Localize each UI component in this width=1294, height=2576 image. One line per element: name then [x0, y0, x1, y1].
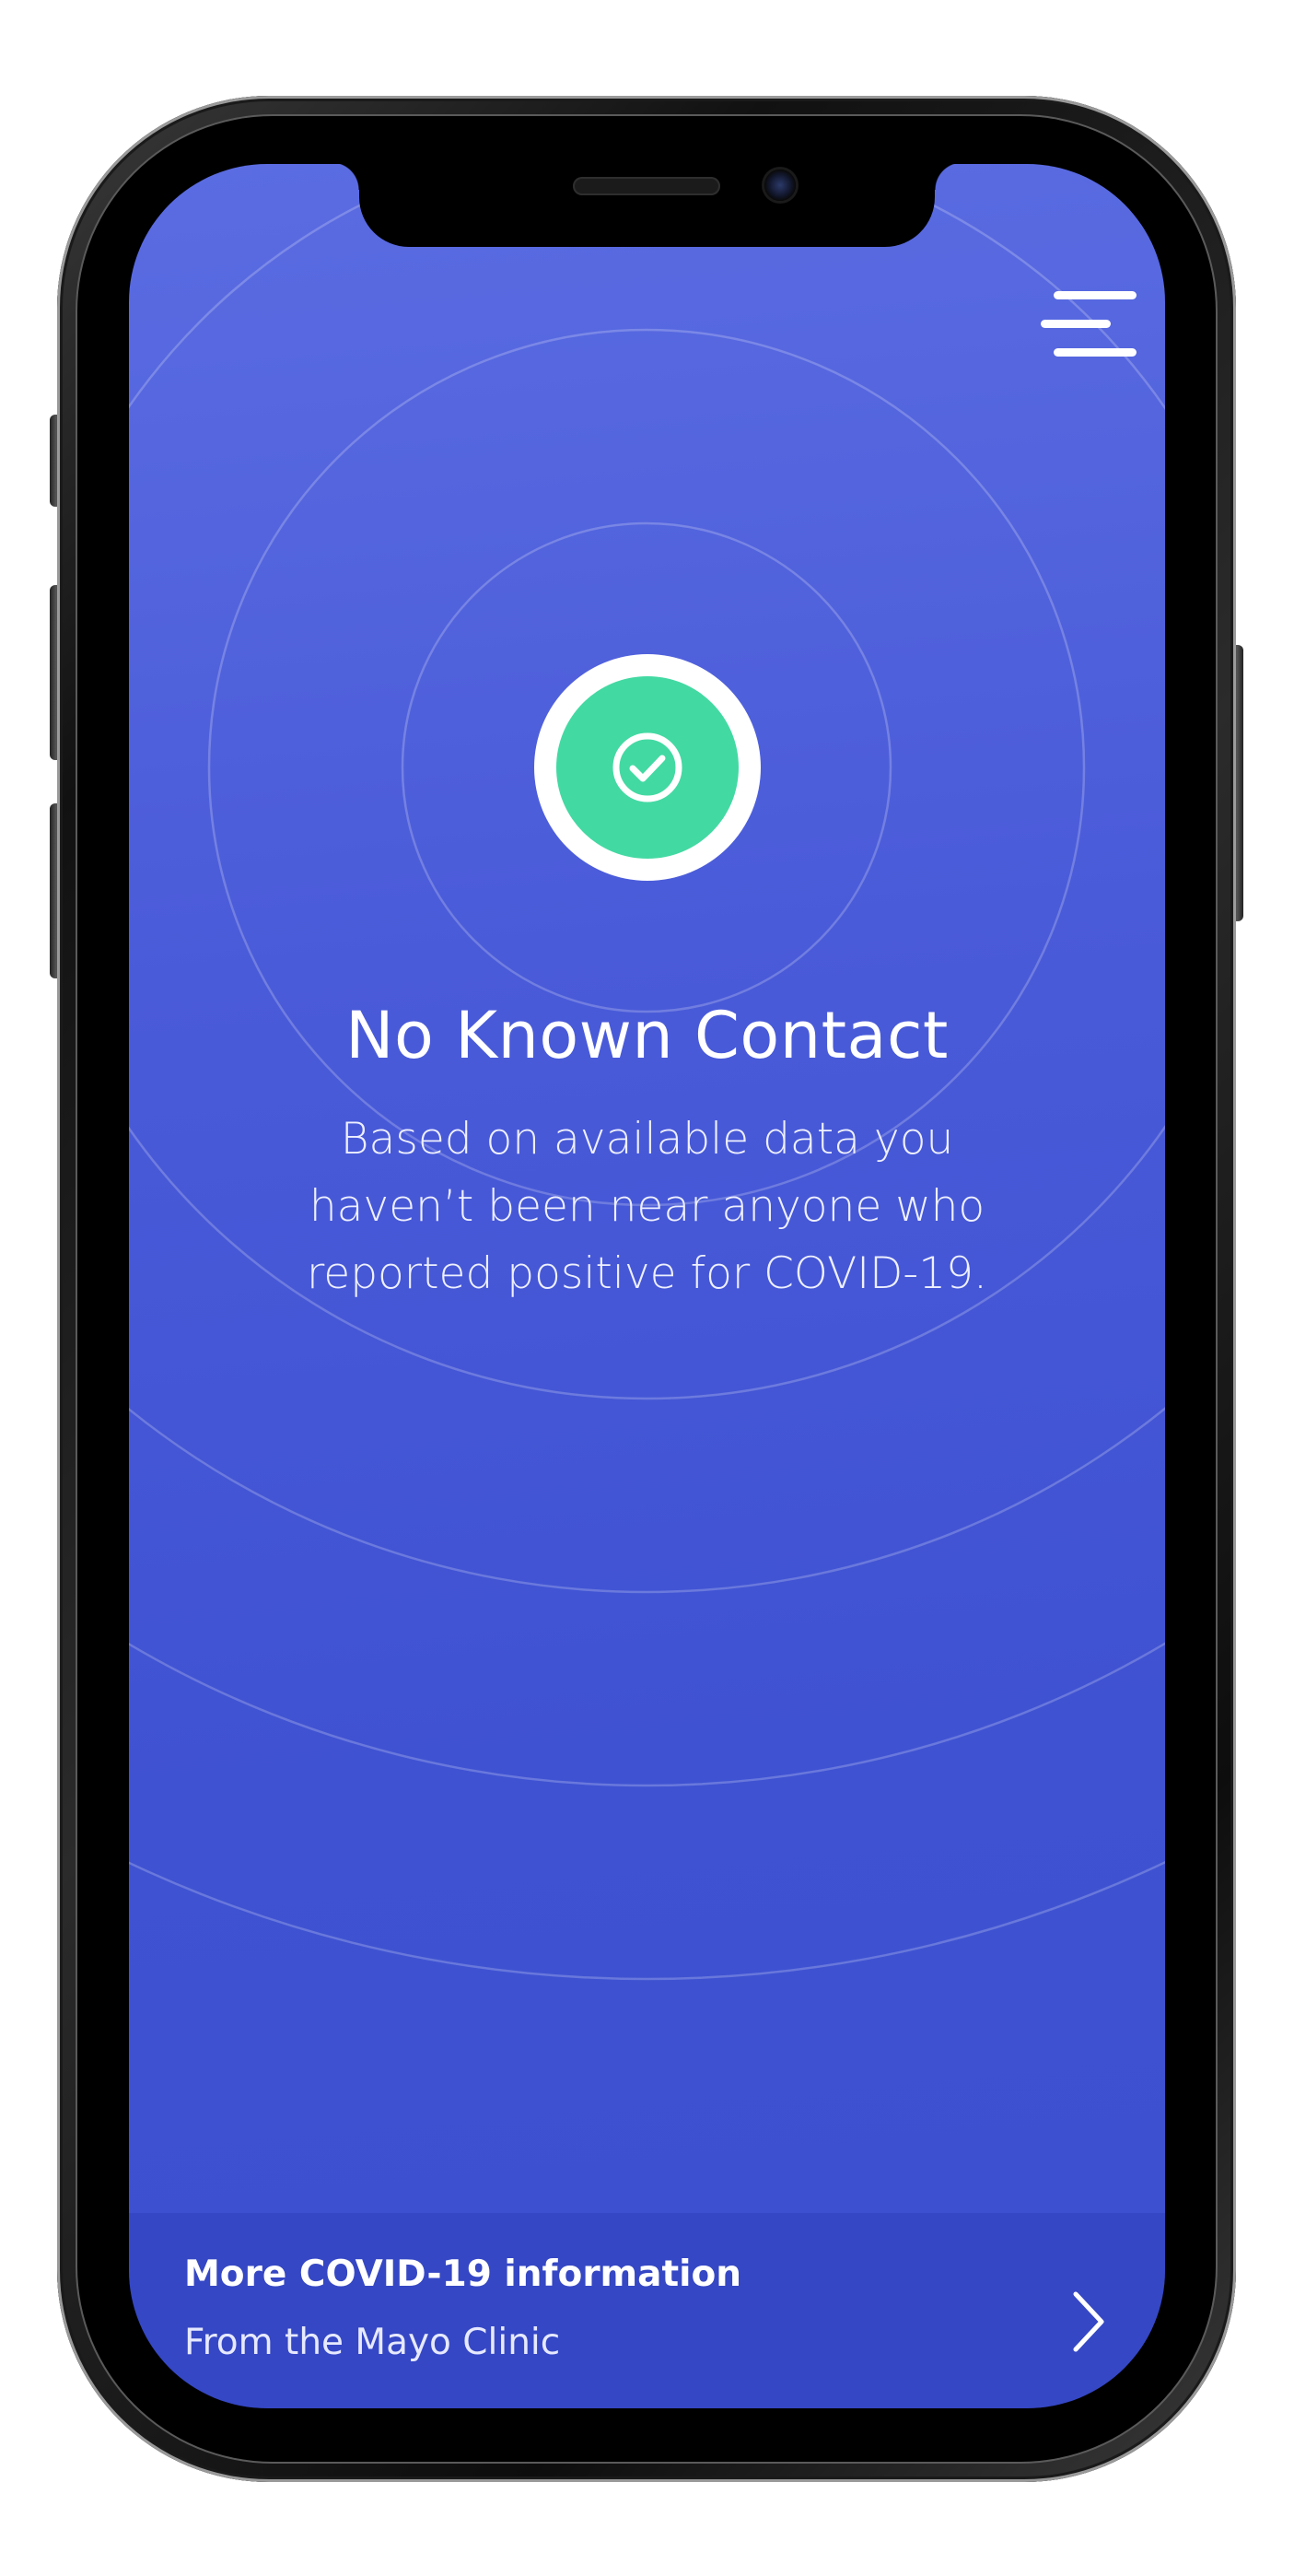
device-mockup: No Known Contact Based on available data… [0, 0, 1294, 2576]
info-card-title: More COVID-19 information [184, 2254, 742, 2295]
earpiece-speaker [573, 177, 720, 195]
device-notch [332, 164, 962, 247]
hamburger-menu-icon[interactable] [1041, 291, 1137, 361]
status-title: No Known Contact [345, 998, 949, 1073]
menu-bar-top [1054, 291, 1137, 299]
status-badge [534, 654, 761, 881]
front-camera [764, 170, 796, 201]
status-description: Based on available data you haven’t been… [307, 1114, 987, 1299]
chevron-right-icon [1073, 2291, 1104, 2352]
menu-bar-middle [1041, 320, 1111, 328]
info-card-subtitle: From the Mayo Clinic [184, 2322, 561, 2363]
status-badge-fill [556, 676, 739, 859]
check-circle-icon [612, 732, 682, 802]
menu-bar-bottom [1054, 348, 1137, 357]
app-screen: No Known Contact Based on available data… [129, 164, 1165, 2408]
covid-info-link[interactable]: More COVID-19 information From the Mayo … [129, 2213, 1165, 2408]
